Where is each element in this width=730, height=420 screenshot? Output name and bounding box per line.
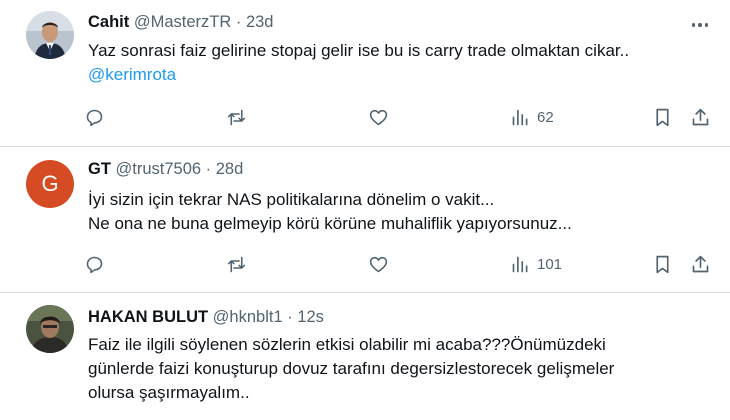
tweet-header: HAKAN BULUT @hknblt1 · 12s xyxy=(88,308,324,327)
bookmark-button[interactable] xyxy=(652,252,673,276)
tweet-text: Faiz ile ilgili söylenen sözlerin etkisi… xyxy=(88,333,614,405)
share-button[interactable] xyxy=(690,252,711,276)
tweet-header: GT @trust7506 · 28d xyxy=(88,160,243,179)
like-button[interactable] xyxy=(368,252,389,276)
display-name[interactable]: Cahit xyxy=(88,13,129,31)
separator: · xyxy=(205,160,212,178)
retweet-button[interactable] xyxy=(226,105,247,129)
share-icon xyxy=(692,108,709,125)
tweet-text-line: Ne ona ne buna gelmeyip körü körüne muha… xyxy=(88,214,572,233)
retweet-icon xyxy=(227,256,246,272)
timestamp[interactable]: 28d xyxy=(216,160,244,178)
separator: · xyxy=(287,308,293,326)
tweet-actions: 62 xyxy=(0,105,730,129)
timestamp[interactable]: 12s xyxy=(297,308,324,326)
bookmark-button[interactable] xyxy=(652,105,673,129)
reply-button[interactable] xyxy=(84,252,105,276)
like-button[interactable] xyxy=(368,105,389,129)
tweet-text-line: Faiz ile ilgili söylenen sözlerin etkisi… xyxy=(88,335,606,354)
reply-icon xyxy=(86,109,103,126)
share-button[interactable] xyxy=(690,105,711,129)
user-handle[interactable]: @MasterzTR xyxy=(134,13,231,31)
avatar-letter: G xyxy=(41,171,59,196)
views-button[interactable]: 101 xyxy=(510,252,562,276)
avatar-photo xyxy=(26,305,74,353)
separator: · xyxy=(235,13,242,31)
mention-link[interactable]: @kerimrota xyxy=(88,63,629,87)
tweet-text-line: olursa şaşırmayalım.. xyxy=(88,383,250,402)
avatar[interactable] xyxy=(26,305,74,353)
user-handle[interactable]: @trust7506 xyxy=(116,160,202,178)
views-count: 62 xyxy=(537,108,554,126)
avatar-photo xyxy=(26,11,74,59)
tweet-2[interactable]: G GT @trust7506 · 28d İyi sizin için tek… xyxy=(0,147,730,292)
views-button[interactable]: 62 xyxy=(510,105,554,129)
display-name[interactable]: GT xyxy=(88,160,111,178)
reply-icon xyxy=(86,256,103,273)
display-name[interactable]: HAKAN BULUT xyxy=(88,308,208,326)
tweet-text: Yaz sonrasi faiz gelirine stopaj gelir i… xyxy=(88,39,629,87)
reply-button[interactable] xyxy=(84,105,105,129)
share-icon xyxy=(692,255,709,272)
tweet-text-line: Yaz sonrasi faiz gelirine stopaj gelir i… xyxy=(88,41,630,60)
views-icon xyxy=(512,256,528,272)
views-count: 101 xyxy=(537,255,563,273)
tweet-header: Cahit @MasterzTR · 23d xyxy=(88,13,273,32)
avatar[interactable] xyxy=(26,11,74,59)
timestamp[interactable]: 23d xyxy=(246,13,274,31)
tweet-text: İyi sizin için tekrar NAS politikalarına… xyxy=(88,188,572,236)
retweet-button[interactable] xyxy=(226,252,247,276)
tweet-text-line: İyi sizin için tekrar NAS politikalarına… xyxy=(88,190,495,209)
more-options-icon[interactable] xyxy=(686,15,714,35)
retweet-icon xyxy=(227,109,246,125)
tweet-3[interactable]: HAKAN BULUT @hknblt1 · 12s Faiz ile ilgi… xyxy=(0,293,730,420)
user-handle[interactable]: @hknblt1 xyxy=(213,308,283,326)
avatar[interactable]: G xyxy=(26,160,74,208)
bookmark-icon xyxy=(656,108,669,126)
like-icon xyxy=(369,256,388,272)
bookmark-icon xyxy=(656,255,669,273)
tweet-text-line: günlerde faizi konuşturup dovuz tarafını… xyxy=(88,359,615,378)
tweet-actions: 101 xyxy=(0,252,730,276)
like-icon xyxy=(369,109,388,125)
tweet-1[interactable]: Cahit @MasterzTR · 23d Yaz sonrasi faiz … xyxy=(0,0,730,146)
views-icon xyxy=(512,109,528,125)
